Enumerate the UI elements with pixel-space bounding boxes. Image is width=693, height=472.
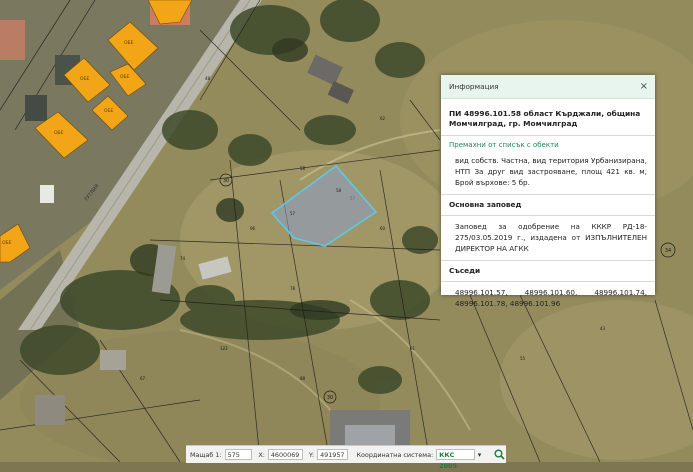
parcel-marker: 30 [327, 395, 333, 401]
svg-text:96: 96 [250, 226, 256, 231]
svg-text:ОБЕ: ОБЕ [120, 74, 130, 80]
crs-select[interactable]: ККС 2005 [436, 449, 475, 470]
svg-text:88: 88 [300, 376, 306, 381]
basis-section-title: Основна заповед [449, 200, 522, 209]
y-label: Y: [308, 450, 315, 459]
y-coordinate-field: 491957 [317, 449, 349, 460]
search-icon[interactable] [493, 448, 506, 462]
divider [441, 281, 655, 282]
svg-text:58: 58 [300, 166, 306, 171]
svg-text:91: 91 [410, 346, 416, 351]
scale-label: Мащаб 1: [190, 450, 222, 459]
crs-label: Координатна система: [356, 450, 434, 459]
svg-text:ОБЕ: ОБЕ [124, 40, 134, 46]
scale-input[interactable]: 575 [224, 449, 253, 460]
divider [441, 194, 655, 195]
info-panel-title: Информация [449, 82, 499, 91]
neighbors-text: 48996.101.57, 48996.101.60, 48996.101.74… [455, 288, 647, 308]
svg-text:122: 122 [220, 346, 228, 351]
svg-text:48: 48 [205, 76, 211, 81]
svg-text:78: 78 [290, 286, 296, 291]
chevron-down-icon[interactable]: ▾ [478, 451, 482, 459]
svg-text:74: 74 [180, 256, 186, 261]
svg-text:ОБЕ: ОБЕ [2, 240, 12, 246]
divider [441, 135, 655, 136]
map-toolbar: Мащаб 1: 575 X: 4600069 Y: 491957 Коорди… [186, 445, 506, 470]
divider [441, 215, 655, 216]
neighbors-section-title: Съседи [449, 266, 481, 275]
svg-text:58: 58 [336, 188, 342, 193]
svg-text:43: 43 [600, 326, 606, 331]
svg-text:ОБЕ: ОБЕ [54, 130, 64, 136]
remove-from-list-link[interactable]: Премахни от списък с обекти [449, 141, 647, 149]
close-icon[interactable]: × [640, 81, 648, 92]
parcel-marker: 30 [223, 178, 229, 184]
svg-text:ОБЕ: ОБЕ [80, 76, 90, 82]
svg-text:57: 57 [290, 211, 296, 216]
parcel-marker: 34 [665, 248, 671, 254]
info-panel-header: Информация × [441, 75, 655, 99]
svg-text:62: 62 [380, 116, 386, 121]
svg-text:55: 55 [520, 356, 526, 361]
divider [441, 260, 655, 261]
parcel-heading: ПИ 48996.101.58 област Кърджали, община … [449, 109, 641, 128]
x-coordinate-field: 4600069 [267, 449, 303, 460]
basis-text: Заповед за одобрение на КККР РД-18-275/0… [455, 222, 647, 253]
svg-text:ОБЕ: ОБЕ [104, 108, 114, 114]
svg-text:67: 67 [140, 376, 146, 381]
x-label: X: [258, 450, 265, 459]
svg-text:60: 60 [380, 226, 386, 231]
info-panel: Информация × ПИ 48996.101.58 област Кърд… [441, 75, 655, 308]
parcel-description: вид собств. Частна, вид територия Урбани… [455, 156, 647, 187]
